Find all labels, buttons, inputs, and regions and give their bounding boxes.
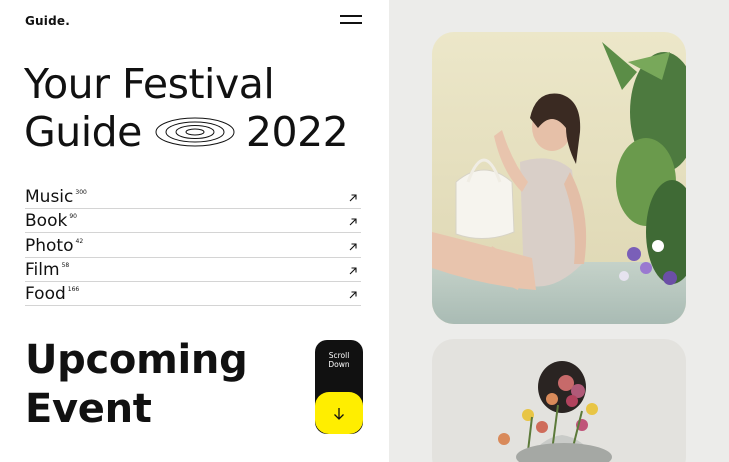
category-name: Food bbox=[25, 283, 66, 304]
hero-year: 2022 bbox=[245, 108, 349, 156]
category-item-food[interactable]: Food 166 bbox=[25, 282, 361, 306]
category-item-book[interactable]: Book 90 bbox=[25, 209, 361, 234]
category-list: Music 300 Book 90 Photo 42 Film 58 Food … bbox=[25, 185, 361, 306]
hero-title: Your Festival Guide 2022 bbox=[24, 60, 349, 156]
photo-woman-with-basket-image bbox=[432, 32, 686, 324]
arrow-up-right-icon bbox=[349, 218, 357, 226]
photo-woman-with-flowers-image bbox=[432, 339, 686, 462]
category-name: Book bbox=[25, 211, 68, 232]
logo[interactable]: Guide. bbox=[25, 14, 70, 28]
category-item-music[interactable]: Music 300 bbox=[25, 185, 361, 210]
scroll-down-label: Scroll Down bbox=[315, 351, 363, 369]
arrow-up-right-icon bbox=[349, 267, 357, 275]
category-count: 300 bbox=[75, 189, 87, 197]
scroll-label-line-1: Scroll bbox=[328, 351, 350, 360]
menu-line bbox=[340, 22, 362, 24]
upcoming-line-1: Upcoming bbox=[25, 337, 248, 383]
concentric-rings-icon bbox=[155, 117, 235, 147]
category-name: Photo bbox=[25, 235, 74, 256]
upcoming-line-2: Event bbox=[25, 386, 152, 432]
hamburger-menu-icon[interactable] bbox=[340, 12, 362, 26]
menu-line bbox=[340, 15, 362, 17]
arrow-up-right-icon bbox=[349, 291, 357, 299]
category-count: 90 bbox=[69, 213, 77, 221]
scroll-down-button[interactable]: Scroll Down bbox=[315, 340, 363, 434]
category-count: 58 bbox=[61, 261, 70, 269]
arrow-up-right-icon bbox=[349, 194, 357, 202]
hero-guide-word: Guide bbox=[24, 108, 142, 156]
hero-line-1: Your Festival bbox=[24, 60, 275, 108]
scroll-label-line-2: Down bbox=[328, 360, 350, 369]
category-item-film[interactable]: Film 58 bbox=[25, 258, 361, 282]
category-count: 42 bbox=[75, 237, 84, 245]
arrow-up-right-icon bbox=[349, 243, 357, 250]
festival-photo-flowers[interactable] bbox=[432, 339, 686, 462]
upcoming-event-heading: Upcoming Event bbox=[25, 336, 248, 434]
scroll-down-circle[interactable] bbox=[315, 392, 363, 434]
right-panel bbox=[389, 0, 729, 462]
category-count: 166 bbox=[67, 285, 80, 293]
category-item-photo[interactable]: Photo 42 bbox=[25, 233, 361, 258]
festival-photo-woman-with-basket[interactable] bbox=[432, 32, 686, 324]
category-name: Music bbox=[25, 187, 74, 208]
left-panel: Guide. Your Festival Guide 2022 Music 30… bbox=[0, 0, 389, 462]
arrow-down-icon bbox=[334, 407, 344, 420]
hero-line-2: Guide 2022 bbox=[24, 108, 349, 156]
category-name: Film bbox=[25, 259, 60, 280]
